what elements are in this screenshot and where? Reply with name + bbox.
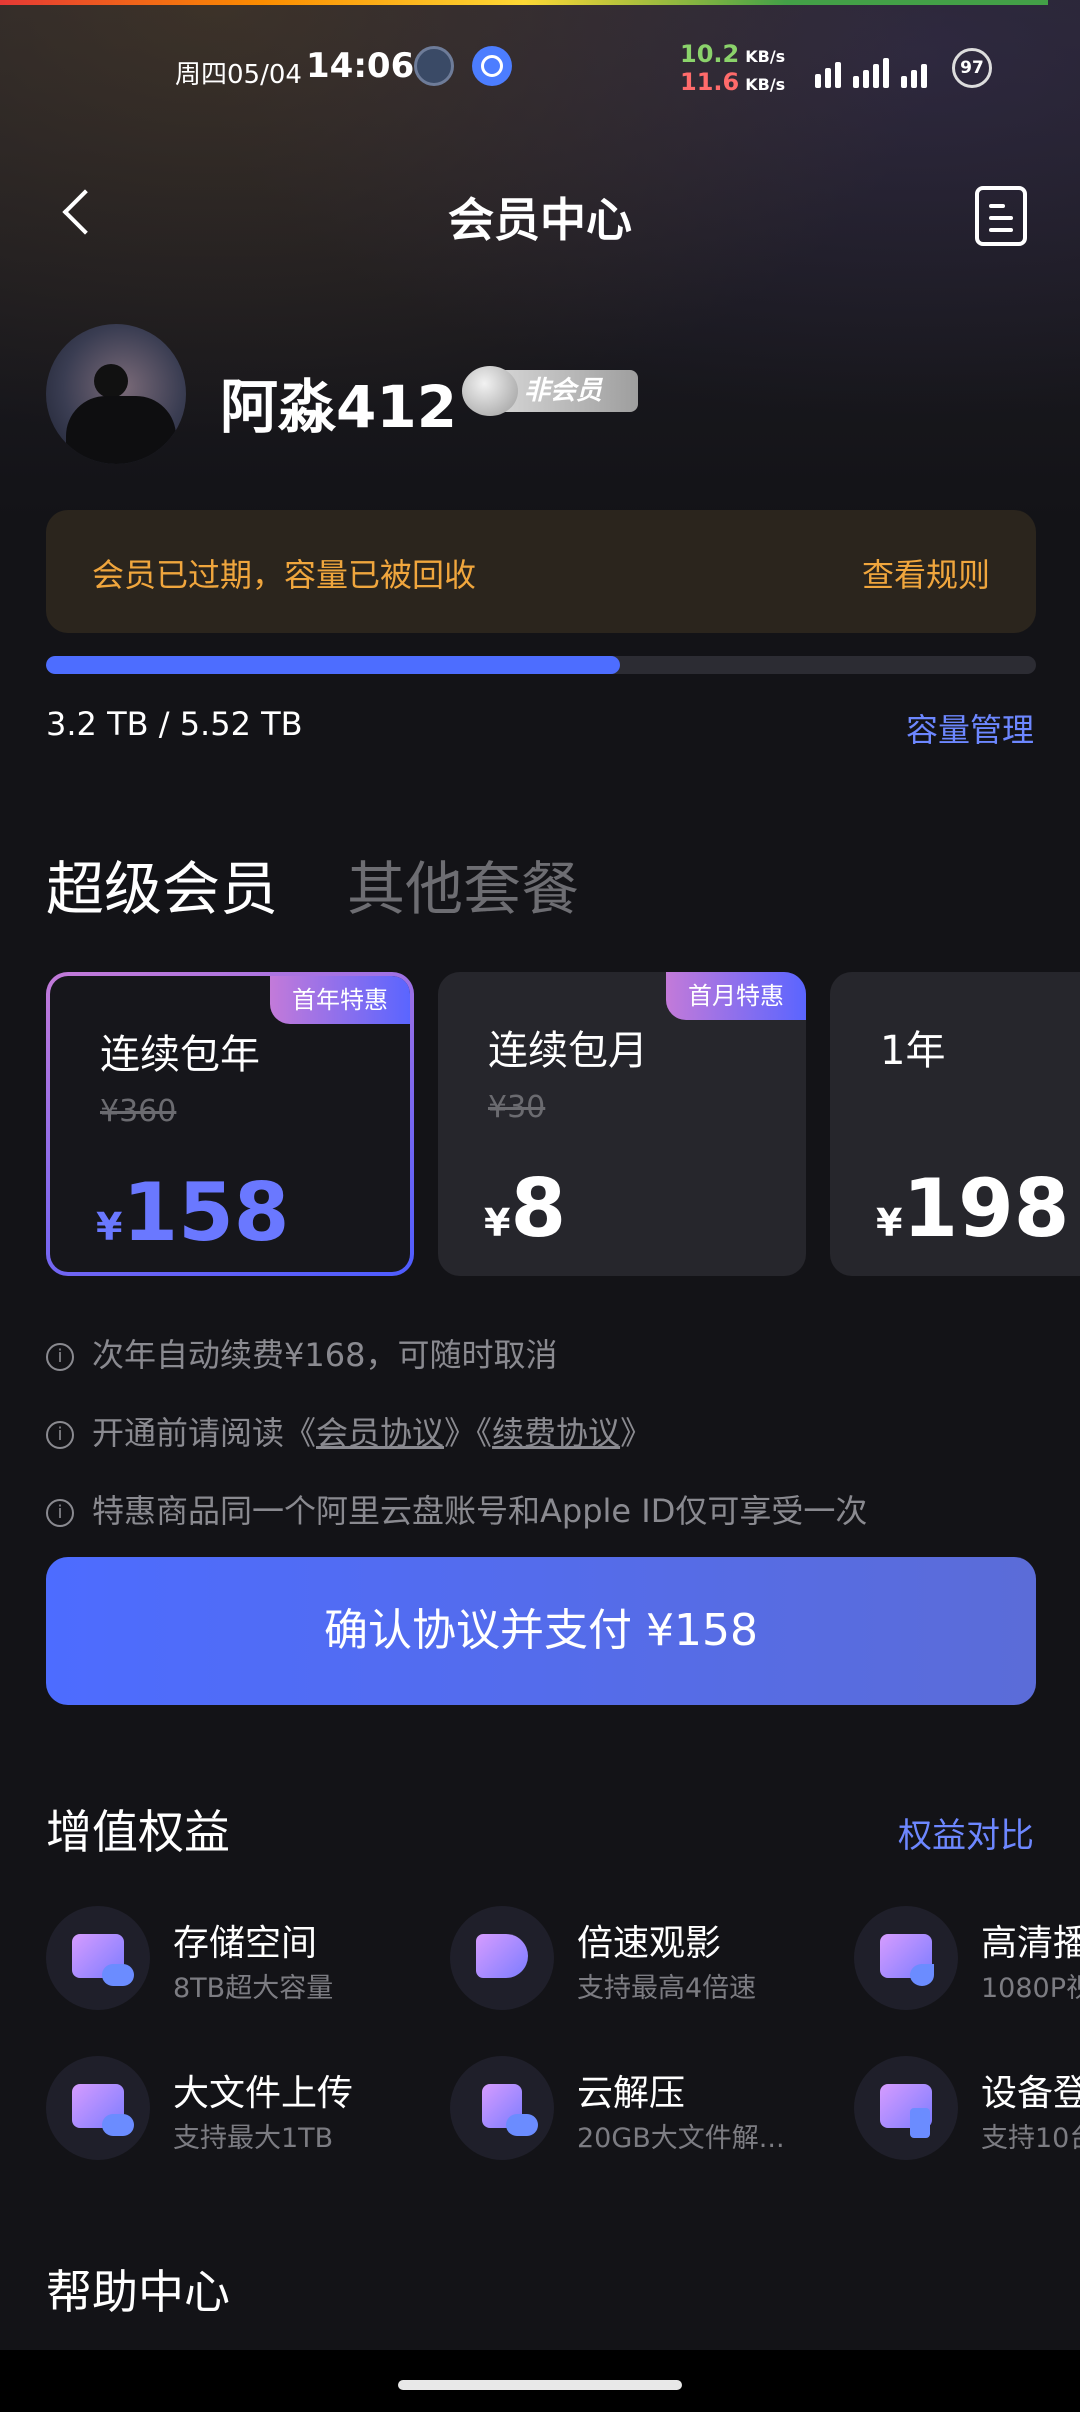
download-speed: 10.2 xyxy=(680,40,740,68)
agreement-note: i 开通前请阅读《会员协议》《续费协议》 xyxy=(46,1408,652,1454)
status-date: 周四05/04 xyxy=(175,60,302,90)
status-indicator-bar xyxy=(0,0,1048,5)
plan-card-one-year[interactable]: 1年 ¥198 xyxy=(830,972,1080,1276)
benefit-storage[interactable]: 存储空间 8TB超大容量 xyxy=(46,1906,426,2016)
benefit-title: 倍速观影 xyxy=(577,1923,722,1964)
speed-unit: KB/s xyxy=(745,75,786,94)
storage-usage-text: 3.2 TB / 5.52 TB xyxy=(46,705,303,743)
home-indicator[interactable] xyxy=(398,2380,682,2390)
plan-card-monthly-auto[interactable]: 首月特惠 连续包月 ¥30 ¥8 xyxy=(438,972,806,1276)
speed-unit: KB/s xyxy=(745,47,786,66)
storage-manage-link[interactable]: 容量管理 xyxy=(906,705,1034,751)
status-bar: 周四05/04 14:06 10.2 KB/s 11.6 KB/s 97 xyxy=(0,40,1080,96)
benefit-title: 高清播 xyxy=(981,1923,1080,1964)
renewal-note: i 次年自动续费¥168，可随时取消 xyxy=(46,1330,557,1376)
agreement-prefix: 开通前请阅读《 xyxy=(92,1414,317,1452)
limit-note-text: 特惠商品同一个阿里云盘账号和Apple ID仅可享受一次 xyxy=(92,1492,868,1530)
benefit-desc: 支持最高4倍速 xyxy=(577,1973,757,2004)
status-time: 14:06 xyxy=(306,46,415,86)
member-agreement-link[interactable]: 会员协议 xyxy=(316,1414,444,1452)
unzip-icon xyxy=(450,2056,554,2160)
app-notification-icon xyxy=(414,46,454,86)
expired-notice: 会员已过期，容量已被回收 查看规则 xyxy=(46,510,1036,633)
renewal-note-text: 次年自动续费¥168，可随时取消 xyxy=(92,1336,558,1374)
hd-play-icon xyxy=(854,1906,958,2010)
signal-icon xyxy=(815,48,935,88)
upload-speed: 11.6 xyxy=(680,68,740,96)
plan-name: 1年 xyxy=(880,1028,946,1074)
storage-progress-fill xyxy=(46,656,621,674)
plan-price: ¥8 xyxy=(484,1162,566,1255)
plan-card-yearly-auto[interactable]: 首年特惠 连续包年 ¥360 ¥158 xyxy=(46,972,414,1276)
price-currency: ¥ xyxy=(96,1205,123,1249)
storage-icon xyxy=(46,1906,150,2010)
sync-notification-icon xyxy=(472,46,512,86)
membership-badge: 非会员 xyxy=(458,366,638,416)
benefit-unzip[interactable]: 云解压 20GB大文件解... xyxy=(450,2056,830,2166)
storage-progress-bar xyxy=(46,656,1036,674)
plan-price: ¥198 xyxy=(876,1162,1069,1255)
benefit-title: 大文件上传 xyxy=(173,2073,354,2114)
upload-icon xyxy=(46,2056,150,2160)
planet-icon xyxy=(462,366,518,416)
confirm-pay-button[interactable]: 确认协议并支付 ¥158 xyxy=(46,1557,1036,1705)
benefit-title: 云解压 xyxy=(577,2073,686,2114)
benefit-devices[interactable]: 设备登 支持10台 xyxy=(854,2056,1080,2166)
plan-original-price: ¥30 xyxy=(488,1090,546,1125)
agreement-suffix: 》 xyxy=(620,1414,653,1452)
benefit-upload[interactable]: 大文件上传 支持最大1TB xyxy=(46,2056,426,2166)
help-center-title: 帮助中心 xyxy=(46,2265,230,2319)
notice-message: 会员已过期，容量已被回收 xyxy=(92,556,477,594)
price-amount: 198 xyxy=(902,1162,1070,1255)
benefit-desc: 8TB超大容量 xyxy=(173,1973,334,2004)
speed-play-icon xyxy=(450,1906,554,2010)
document-icon[interactable] xyxy=(975,186,1027,246)
plan-ribbon: 首月特惠 xyxy=(666,972,806,1020)
plan-name: 连续包年 xyxy=(100,1032,260,1078)
price-amount: 8 xyxy=(510,1162,567,1255)
benefit-title: 存储空间 xyxy=(173,1923,318,1964)
price-currency: ¥ xyxy=(876,1201,903,1245)
tab-super-member[interactable]: 超级会员 xyxy=(46,842,278,926)
benefit-desc: 1080P视 xyxy=(981,1973,1080,2004)
benefit-desc: 支持10台 xyxy=(981,2123,1080,2154)
username: 阿淼412 xyxy=(220,373,458,441)
info-icon: i xyxy=(46,1343,74,1371)
price-amount: 158 xyxy=(122,1166,290,1259)
benefits-compare-link[interactable]: 权益对比 xyxy=(898,1808,1034,1857)
benefit-speed-play[interactable]: 倍速观影 支持最高4倍速 xyxy=(450,1906,830,2016)
info-icon: i xyxy=(46,1499,74,1527)
benefits-title: 增值权益 xyxy=(46,1805,230,1859)
price-currency: ¥ xyxy=(484,1201,511,1245)
benefit-hd-play[interactable]: 高清播 1080P视 xyxy=(854,1906,1080,2016)
plan-ribbon: 首年特惠 xyxy=(270,976,410,1024)
devices-icon xyxy=(854,2056,958,2160)
benefit-desc: 20GB大文件解... xyxy=(577,2123,785,2154)
plan-price: ¥158 xyxy=(96,1166,289,1259)
page-title: 会员中心 xyxy=(448,193,632,247)
plan-name: 连续包月 xyxy=(488,1028,648,1074)
renew-agreement-link[interactable]: 续费协议 xyxy=(492,1414,620,1452)
limit-note: i 特惠商品同一个阿里云盘账号和Apple ID仅可享受一次 xyxy=(46,1486,867,1532)
benefit-desc: 支持最大1TB xyxy=(173,2123,334,2154)
page-header: 会员中心 xyxy=(0,168,1080,258)
view-rules-link[interactable]: 查看规则 xyxy=(862,550,990,596)
plan-original-price: ¥360 xyxy=(100,1094,177,1129)
tab-other-plans[interactable]: 其他套餐 xyxy=(347,842,579,926)
benefit-title: 设备登 xyxy=(981,2073,1080,2114)
avatar[interactable] xyxy=(46,324,186,464)
info-icon: i xyxy=(46,1421,74,1449)
agreement-separator: 》《 xyxy=(444,1414,493,1452)
network-speed: 10.2 KB/s 11.6 KB/s xyxy=(680,40,800,96)
battery-icon: 97 xyxy=(952,48,992,88)
